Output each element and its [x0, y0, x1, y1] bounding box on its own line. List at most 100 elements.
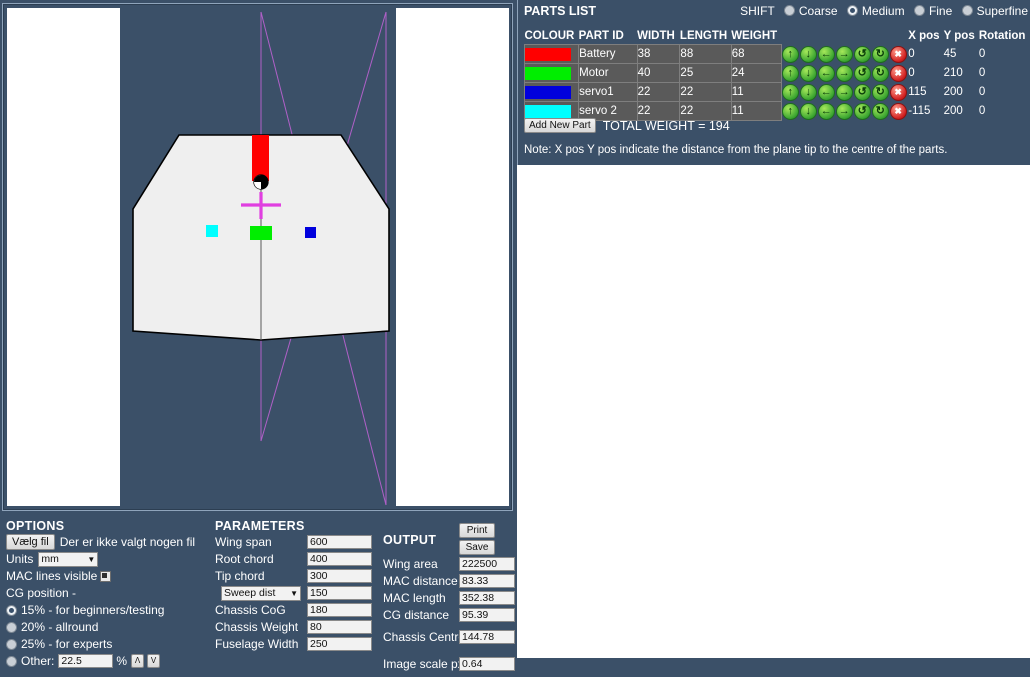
- part-weight-cell[interactable]: 11: [730, 82, 782, 102]
- cg-radio-25[interactable]: [6, 638, 17, 650]
- cg-radio-20[interactable]: [6, 621, 17, 633]
- rotate-cw-icon[interactable]: ↺: [853, 83, 871, 101]
- mac-lines-checkbox[interactable]: [100, 570, 112, 582]
- delete-part-icon[interactable]: ✖: [889, 64, 907, 82]
- part-actions-cell: ↑ ↓ ← → ↺ ↻ ✖: [781, 102, 908, 121]
- rotate-ccw-icon[interactable]: ↻: [871, 64, 889, 82]
- canvas-inner: [3, 4, 512, 510]
- part-xpos-cell: -115: [908, 105, 931, 117]
- rotate-cw-icon[interactable]: ↺: [853, 64, 871, 82]
- rotate-ccw-icon[interactable]: ↻: [871, 83, 889, 101]
- delete-part-icon[interactable]: ✖: [889, 45, 907, 63]
- table-row[interactable]: Motor 40 25 24 ↑ ↓ ← → ↺ ↻ ✖ 0 210 0: [523, 63, 1030, 83]
- shift-radio-medium[interactable]: [846, 5, 858, 16]
- move-left-icon[interactable]: ←: [817, 45, 835, 63]
- chevron-down-icon: ▼: [290, 588, 298, 598]
- print-button[interactable]: Print: [459, 523, 495, 538]
- move-right-icon[interactable]: →: [835, 45, 853, 63]
- output-value-cg-distance[interactable]: [459, 608, 515, 622]
- cg-choice-2[interactable]: 25% - for experts: [6, 636, 211, 652]
- delete-part-icon[interactable]: ✖: [889, 83, 907, 101]
- delete-part-icon[interactable]: ✖: [889, 102, 907, 120]
- move-down-icon[interactable]: ↓: [799, 83, 817, 101]
- part-length-cell[interactable]: 22: [679, 82, 732, 102]
- shift-radio-fine[interactable]: [913, 5, 925, 16]
- move-down-icon[interactable]: ↓: [799, 64, 817, 82]
- param-input-fuselage-width[interactable]: [307, 637, 372, 651]
- move-down-icon[interactable]: ↓: [799, 45, 817, 63]
- part-width-cell[interactable]: 40: [636, 63, 681, 83]
- move-right-icon[interactable]: →: [835, 64, 853, 82]
- param-input-chassis-cog[interactable]: [307, 603, 372, 617]
- units-select[interactable]: mm ▼: [38, 551, 99, 567]
- shift-radio-superfine[interactable]: [961, 5, 973, 16]
- part-colour-cell[interactable]: [523, 63, 580, 83]
- col-rotation: Rotation: [978, 30, 1026, 43]
- part-battery: [252, 135, 269, 181]
- choose-file-button[interactable]: Vælg fil: [6, 534, 55, 550]
- param-input-root-chord[interactable]: [307, 552, 372, 566]
- move-up-icon[interactable]: ↑: [781, 45, 799, 63]
- part-id-cell[interactable]: Motor: [578, 63, 638, 83]
- cg-choice-1[interactable]: 20% - allround: [6, 619, 211, 635]
- param-input-chassis-weight[interactable]: [307, 620, 372, 634]
- part-id-cell[interactable]: Battery: [578, 44, 638, 64]
- parts-table-header-row: COLOUR PART ID WIDTH LENGTH WEIGHT X pos…: [525, 30, 1030, 45]
- part-weight-cell[interactable]: 68: [730, 44, 782, 64]
- output-value-mac-length[interactable]: [459, 591, 515, 605]
- mac-lines-row[interactable]: MAC lines visible: [6, 568, 211, 584]
- part-length-cell[interactable]: 25: [679, 63, 732, 83]
- part-colour-cell[interactable]: [523, 44, 580, 64]
- move-left-icon[interactable]: ←: [817, 64, 835, 82]
- add-new-part-button[interactable]: Add New Part: [524, 118, 596, 133]
- wing-plan-drawing[interactable]: [3, 4, 512, 510]
- wing-plan-canvas[interactable]: [2, 3, 513, 511]
- colour-swatch[interactable]: [525, 66, 571, 80]
- table-row[interactable]: servo1 22 22 11 ↑ ↓ ← → ↺ ↻ ✖ 115 200 0: [523, 82, 1030, 102]
- app-root: OPTIONS Vælg fil Der er ikke valgt nogen…: [0, 0, 1030, 671]
- move-up-icon[interactable]: ↑: [781, 64, 799, 82]
- move-up-icon[interactable]: ↑: [781, 83, 799, 101]
- cg-other-decrement-button[interactable]: V: [147, 654, 161, 668]
- part-width-cell[interactable]: 38: [636, 44, 681, 64]
- part-weight-cell[interactable]: 11: [730, 101, 782, 121]
- move-left-icon[interactable]: ←: [817, 102, 835, 120]
- rotate-ccw-icon[interactable]: ↻: [871, 102, 889, 120]
- part-colour-cell[interactable]: [523, 82, 580, 102]
- output-value-image-scale[interactable]: [459, 657, 515, 671]
- output-value-wing-area[interactable]: [459, 557, 515, 571]
- rotate-cw-icon[interactable]: ↺: [853, 102, 871, 120]
- cg-other-increment-button[interactable]: Λ: [131, 654, 145, 668]
- part-id-cell[interactable]: servo1: [578, 82, 638, 102]
- part-width-cell[interactable]: 22: [636, 82, 681, 102]
- output-value-chassis-centroid[interactable]: [459, 630, 515, 644]
- cg-other-row[interactable]: Other: % Λ V: [6, 653, 211, 669]
- param-row-root-chord: Root chord: [215, 551, 375, 567]
- cg-radio-15[interactable]: [6, 604, 17, 616]
- param-input-wing-span[interactable]: [307, 535, 372, 549]
- save-button[interactable]: Save: [459, 540, 495, 555]
- rotate-ccw-icon[interactable]: ↻: [871, 45, 889, 63]
- colour-swatch[interactable]: [525, 85, 571, 99]
- move-right-icon[interactable]: →: [835, 83, 853, 101]
- shift-control: SHIFT Coarse Medium Fine Superfine: [740, 4, 1028, 18]
- cg-choice-0[interactable]: 15% - for beginners/testing: [6, 602, 211, 618]
- move-down-icon[interactable]: ↓: [799, 102, 817, 120]
- output-value-mac-distance[interactable]: [459, 574, 515, 588]
- move-up-icon[interactable]: ↑: [781, 102, 799, 120]
- cg-other-input[interactable]: [58, 654, 114, 668]
- colour-swatch[interactable]: [525, 104, 571, 118]
- move-right-icon[interactable]: →: [835, 102, 853, 120]
- move-left-icon[interactable]: ←: [817, 83, 835, 101]
- shift-radio-coarse[interactable]: [783, 5, 795, 16]
- table-row[interactable]: Battery 38 88 68 ↑ ↓ ← → ↺ ↻ ✖ 0 45 0: [523, 44, 1030, 64]
- col-colour: COLOUR: [524, 30, 575, 42]
- sweep-mode-select[interactable]: Sweep dist ▼: [221, 585, 301, 601]
- param-input-tip-chord[interactable]: [307, 569, 372, 583]
- part-length-cell[interactable]: 88: [679, 44, 732, 64]
- cg-radio-other[interactable]: [6, 655, 17, 667]
- rotate-cw-icon[interactable]: ↺: [853, 45, 871, 63]
- param-input-sweep[interactable]: [307, 586, 372, 600]
- colour-swatch[interactable]: [525, 47, 571, 61]
- part-weight-cell[interactable]: 24: [730, 63, 782, 83]
